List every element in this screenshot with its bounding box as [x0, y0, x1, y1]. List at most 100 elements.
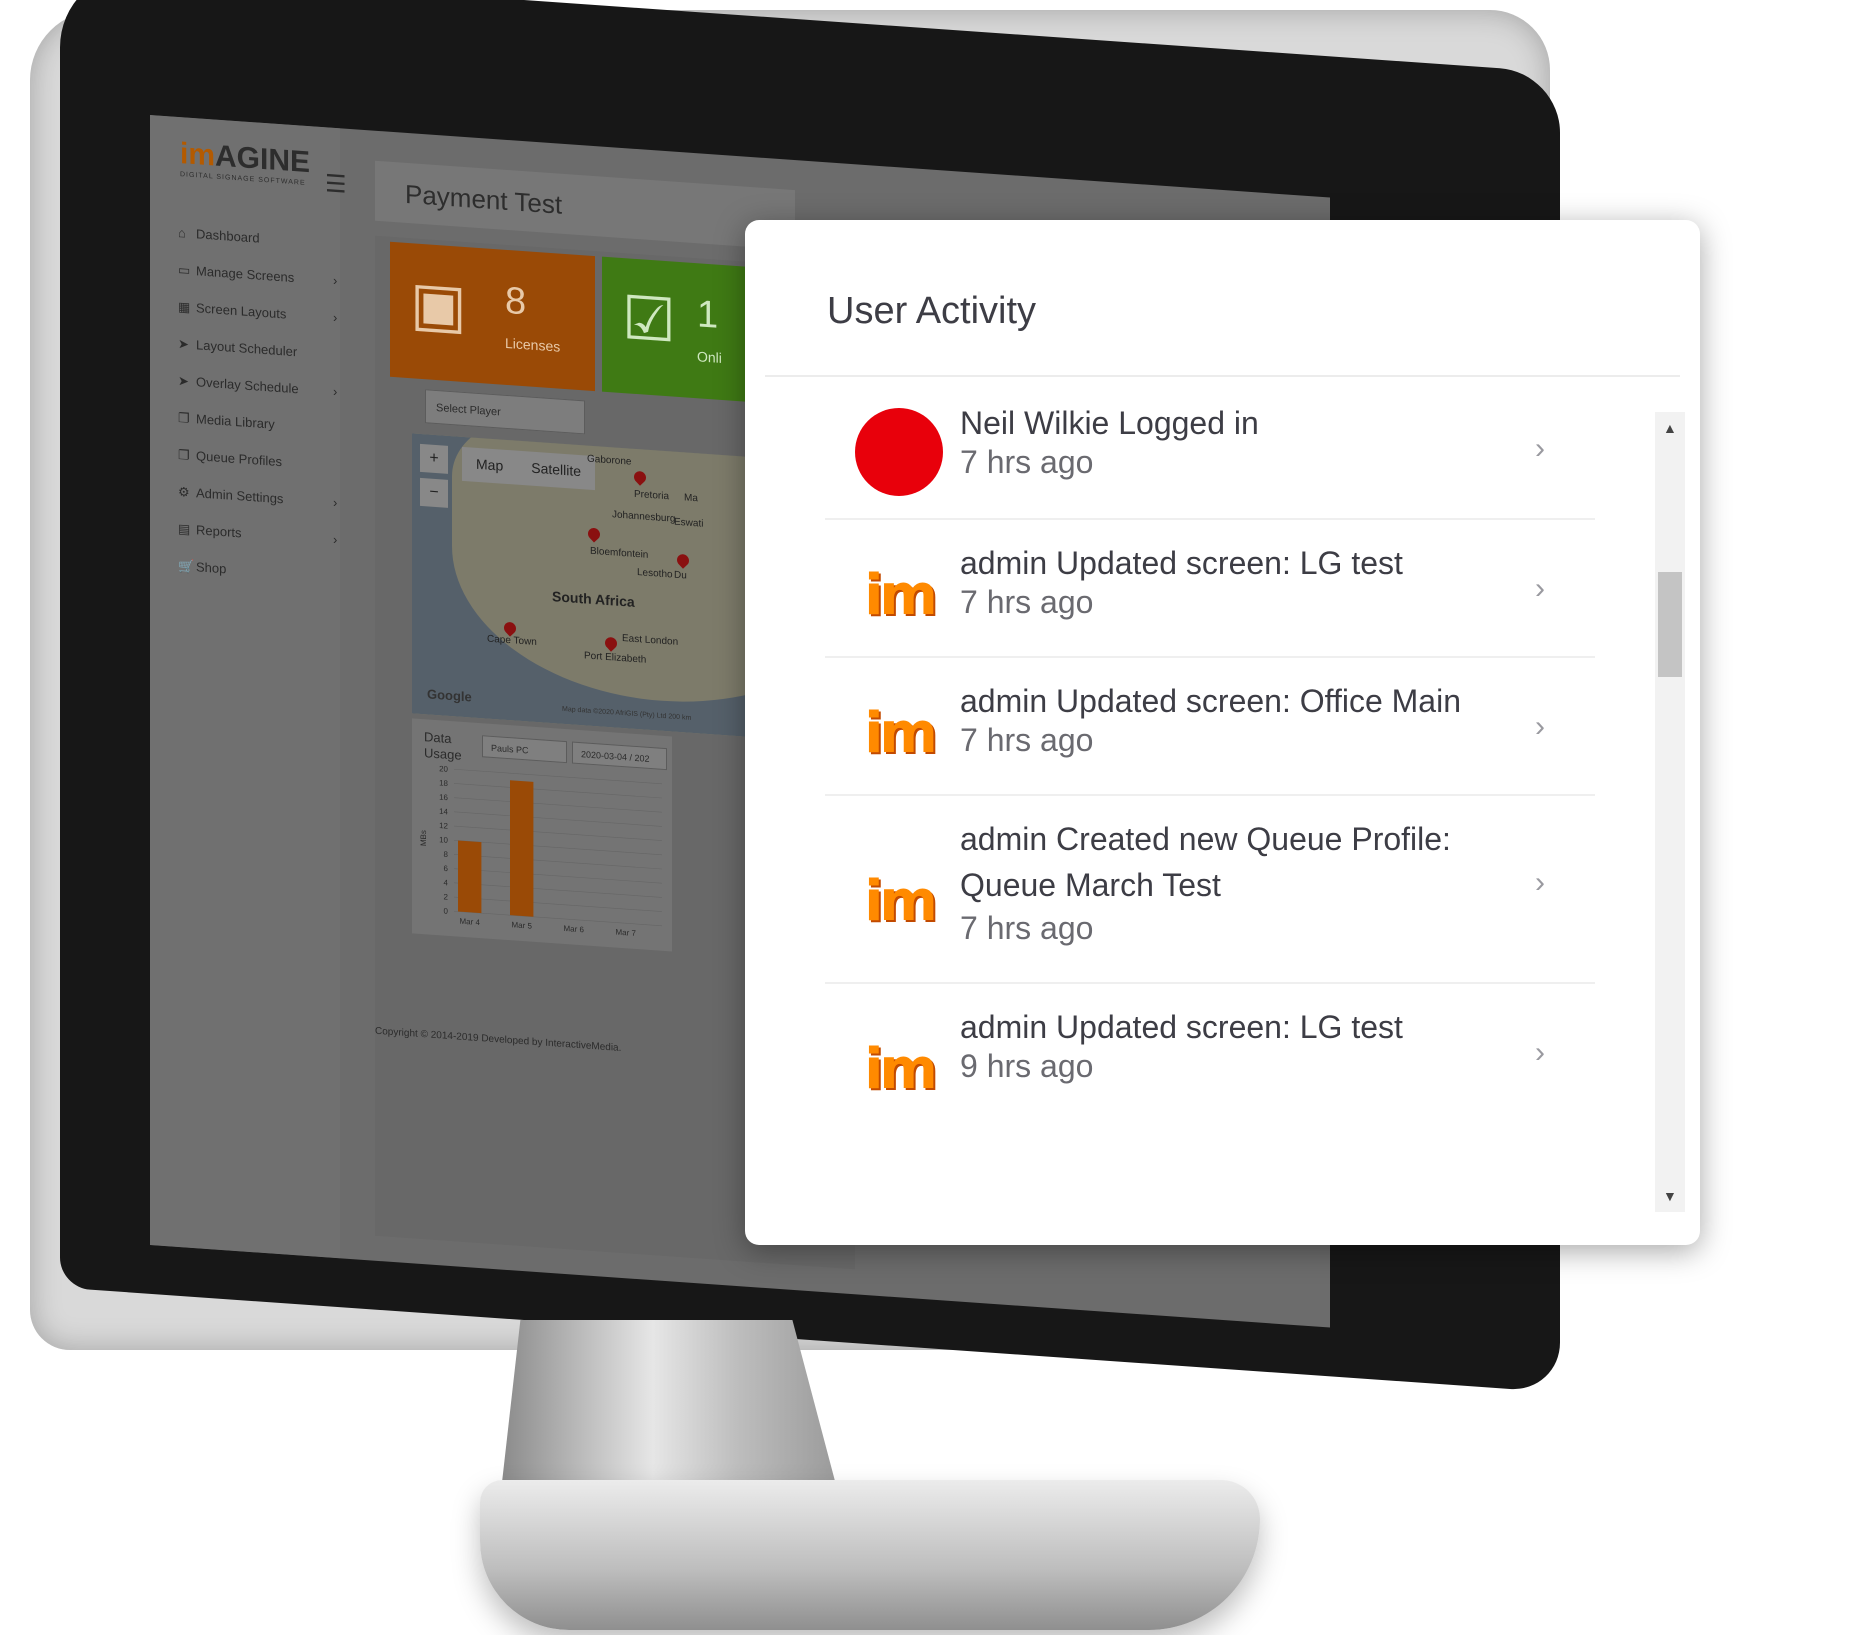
- copy-icon: ❐: [178, 446, 190, 463]
- activity-title: admin Created new Queue Profile: Queue M…: [960, 821, 1451, 903]
- online-count: 1: [697, 293, 719, 337]
- chart-y-tick-label: 8: [444, 850, 449, 859]
- activity-time: 7 hrs ago: [960, 910, 1094, 946]
- sidebar-item-label: Media Library: [196, 411, 275, 432]
- licenses-tile[interactable]: ▣ 8 Licenses: [390, 241, 595, 392]
- chart-y-tick-label: 14: [439, 807, 448, 817]
- page-header: Payment Test: [375, 160, 795, 251]
- copy-icon: ❐: [178, 409, 190, 426]
- chevron-right-icon: ›: [333, 531, 338, 548]
- activity-separator: [825, 518, 1595, 520]
- chevron-right-icon[interactable]: ›: [1535, 1036, 1545, 1070]
- sidebar-item-dashboard[interactable]: ⌂ Dashboard: [178, 225, 260, 246]
- send-icon: ➤: [178, 372, 189, 389]
- map-type-map[interactable]: Map: [462, 447, 517, 483]
- sidebar-item-screen-layouts[interactable]: ▦ Screen Layouts ›: [178, 298, 337, 325]
- activity-time: 7 hrs ago: [960, 444, 1094, 480]
- sidebar-item-overlay-schedule[interactable]: ➤ Overlay Schedule ›: [178, 372, 337, 399]
- chart-bar: [458, 840, 482, 914]
- data-usage-player-select[interactable]: Pauls PC: [482, 735, 567, 764]
- user-activity-panel: User Activity Neil Wilkie Logged in 7 hr…: [745, 220, 1700, 1245]
- sidebar-item-shop[interactable]: 🛒 Shop: [178, 558, 226, 577]
- chevron-right-icon[interactable]: ›: [1535, 432, 1545, 466]
- logo-text: AGINE: [215, 139, 311, 180]
- chart-y-tick-label: 18: [439, 778, 448, 788]
- map-place-label: Pretoria: [634, 488, 670, 503]
- sidebar-item-queue-profiles[interactable]: ❐ Queue Profiles: [178, 447, 282, 470]
- chart-y-tick-label: 0: [444, 907, 449, 916]
- map-zoom-in-button[interactable]: +: [420, 443, 448, 474]
- scrollbar-thumb[interactable]: [1658, 572, 1682, 677]
- chart-gridline: [454, 910, 662, 927]
- chevron-right-icon: ›: [333, 309, 338, 326]
- chart-y-tick-label: 2: [444, 892, 449, 901]
- activity-list: Neil Wilkie Logged in 7 hrs ago › im adm…: [825, 400, 1595, 1230]
- online-label: Onli: [697, 348, 722, 366]
- chart-gridline: [454, 896, 662, 912]
- chart-gridline: [454, 797, 662, 813]
- chevron-right-icon[interactable]: ›: [1535, 866, 1545, 900]
- sidebar-item-reports[interactable]: ▤ Reports ›: [178, 520, 337, 547]
- monitor-icon: ▭: [178, 261, 191, 278]
- sidebar-item-label: Queue Profiles: [196, 448, 282, 470]
- sidebar-item-label: Dashboard: [196, 226, 260, 246]
- im-logo-avatar: im: [864, 563, 938, 628]
- cart-icon: 🛒: [178, 557, 195, 575]
- monitor-stand-neck: [500, 1320, 840, 1500]
- chart-y-tick-label: 6: [444, 864, 449, 873]
- activity-time: 9 hrs ago: [960, 1048, 1094, 1084]
- map-place-label: Du: [674, 569, 687, 582]
- scroll-down-arrow-icon[interactable]: ▼: [1663, 1188, 1677, 1204]
- chart-y-tick-label: 4: [444, 878, 449, 887]
- sidebar-item-manage-screens[interactable]: ▭ Manage Screens ›: [178, 261, 337, 288]
- map-type-satellite[interactable]: Satellite: [517, 451, 595, 488]
- chart-gridline: [454, 854, 662, 870]
- divider: [765, 375, 1680, 377]
- chart-y-tick-label: 16: [439, 793, 448, 803]
- data-usage-date-range[interactable]: 2020-03-04 / 202: [572, 741, 667, 771]
- send-icon: ➤: [178, 335, 189, 352]
- chart-bar: [510, 780, 534, 917]
- sidebar-item-label: Reports: [196, 522, 242, 541]
- chart-gridline: [454, 839, 662, 856]
- user-activity-title: User Activity: [827, 290, 1037, 332]
- app-logo[interactable]: imAGINE DIGITAL SIGNAGE SOFTWARE: [180, 137, 310, 187]
- report-icon: ▤: [178, 520, 191, 537]
- sidebar-item-label: Layout Scheduler: [196, 337, 298, 360]
- chevron-right-icon[interactable]: ›: [1535, 710, 1545, 744]
- activity-scrollbar[interactable]: ▲ ▼: [1655, 412, 1685, 1212]
- sidebar-item-media-library[interactable]: ❐ Media Library: [178, 410, 275, 433]
- sidebar: imAGINE DIGITAL SIGNAGE SOFTWARE ☰ ⌂ Dash…: [150, 115, 347, 1259]
- chart-x-tick-label: Mar 7: [615, 928, 636, 938]
- invoice-icon: ▣: [410, 269, 467, 341]
- scroll-up-arrow-icon[interactable]: ▲: [1663, 420, 1677, 436]
- chevron-right-icon: ›: [333, 383, 338, 400]
- page-title: Payment Test: [405, 178, 563, 220]
- activity-title: admin Updated screen: Office Main: [960, 683, 1461, 719]
- monitor-stand-base: [480, 1480, 1260, 1630]
- sidebar-item-label: Admin Settings: [196, 485, 284, 507]
- layout-icon: ▦: [178, 298, 191, 315]
- activity-separator: [825, 794, 1595, 796]
- chart-gridline: [454, 783, 662, 799]
- data-usage-panel: Data Usage Pauls PC 2020-03-04 / 202 024…: [412, 718, 672, 952]
- sidebar-item-layout-scheduler[interactable]: ➤ Layout Scheduler: [178, 336, 297, 360]
- chart-x-tick-label: Mar 5: [511, 920, 532, 930]
- chart-x-tick-label: Mar 6: [563, 924, 584, 934]
- chart-gridline: [454, 825, 662, 841]
- sidebar-item-label: Overlay Schedule: [196, 374, 299, 397]
- im-logo-avatar: im: [864, 701, 938, 766]
- chart-y-tick-label: 10: [439, 835, 448, 845]
- hamburger-menu-icon[interactable]: ☰: [325, 169, 347, 200]
- activity-separator: [825, 656, 1595, 658]
- chart-gridline: [454, 811, 662, 827]
- chevron-right-icon: ›: [333, 272, 338, 289]
- chart-gridline: [454, 868, 662, 884]
- map-zoom-out-button[interactable]: −: [420, 477, 448, 508]
- activity-time: 7 hrs ago: [960, 722, 1094, 758]
- sidebar-item-label: Screen Layouts: [196, 300, 287, 322]
- chart-y-axis-label: MBs: [419, 830, 428, 847]
- sidebar-item-label: Shop: [196, 559, 227, 577]
- chevron-right-icon[interactable]: ›: [1535, 572, 1545, 606]
- sidebar-item-admin-settings[interactable]: ⚙ Admin Settings ›: [178, 484, 337, 510]
